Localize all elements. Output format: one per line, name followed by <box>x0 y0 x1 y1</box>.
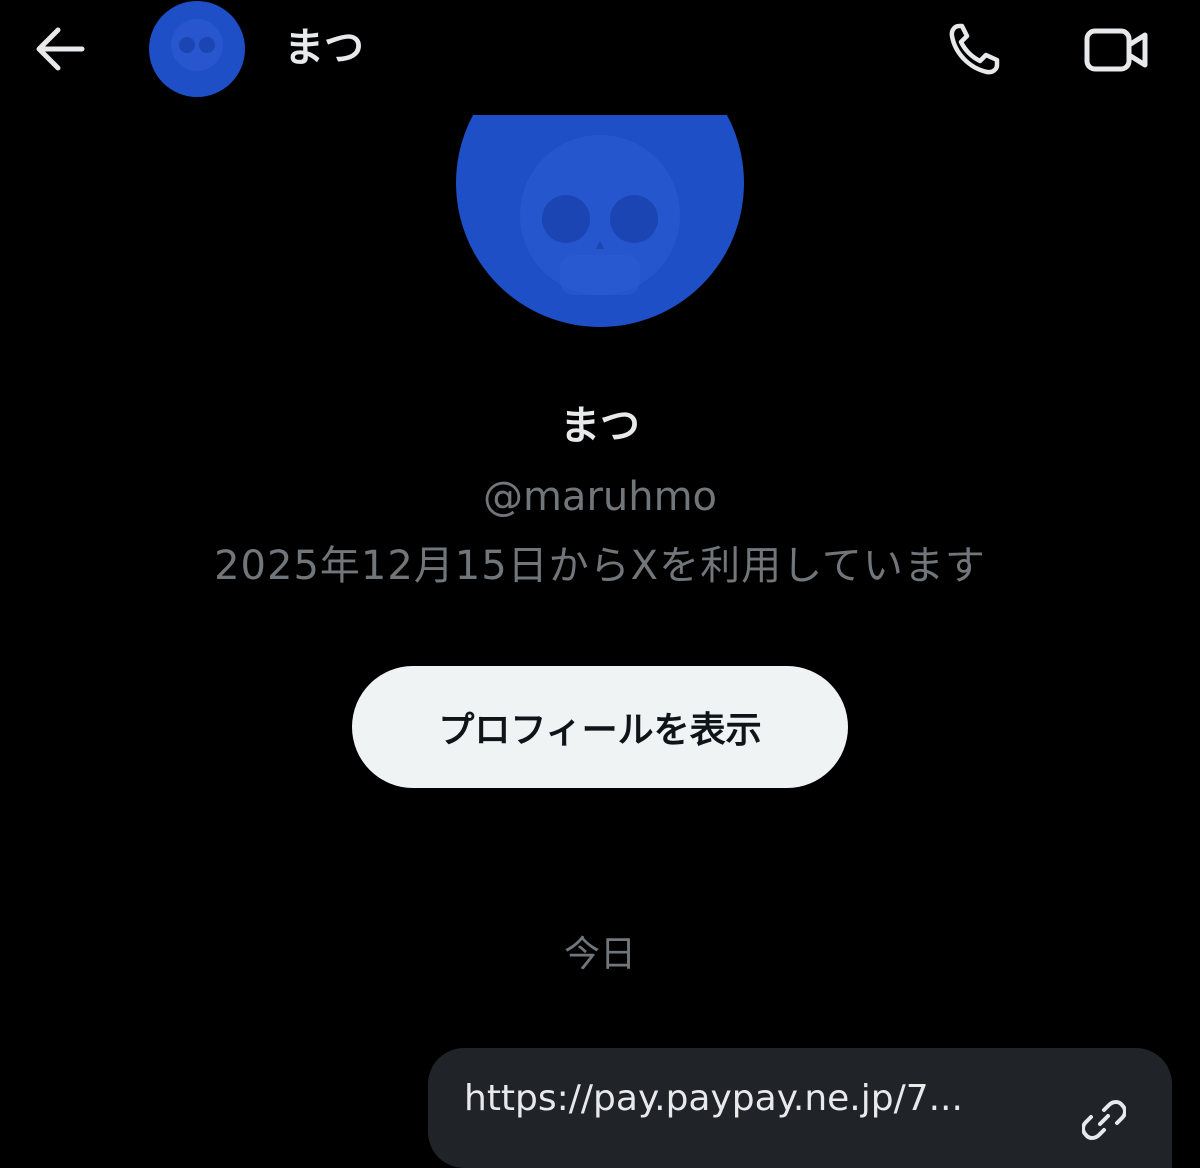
skull-avatar-icon <box>171 19 223 71</box>
message-bubble[interactable]: https://pay.paypay.ne.jp/7... <box>428 1048 1172 1168</box>
date-separator: 今日 <box>563 934 636 975</box>
profile-avatar[interactable] <box>456 115 744 327</box>
call-button[interactable] <box>940 18 1006 82</box>
profile-joined-date: 2025年12月15日からXを利用しています <box>214 543 986 589</box>
skull-avatar-icon <box>520 135 680 295</box>
view-profile-button[interactable]: プロフィールを表示 <box>352 666 848 788</box>
header-avatar[interactable] <box>149 1 245 97</box>
header-name[interactable]: まつ <box>284 22 364 74</box>
message-link-text[interactable]: https://pay.paypay.ne.jp/7... <box>464 1076 963 1122</box>
video-call-button[interactable] <box>1080 18 1152 82</box>
top-bar: まつ <box>0 0 1200 100</box>
link-icon <box>1082 1100 1126 1140</box>
profile-name: まつ <box>560 403 640 449</box>
arrow-left-icon <box>36 27 85 71</box>
back-button[interactable] <box>28 20 92 78</box>
profile-handle: @maruhmo <box>482 474 718 520</box>
video-camera-icon <box>1084 28 1148 72</box>
phone-icon <box>949 23 1000 75</box>
